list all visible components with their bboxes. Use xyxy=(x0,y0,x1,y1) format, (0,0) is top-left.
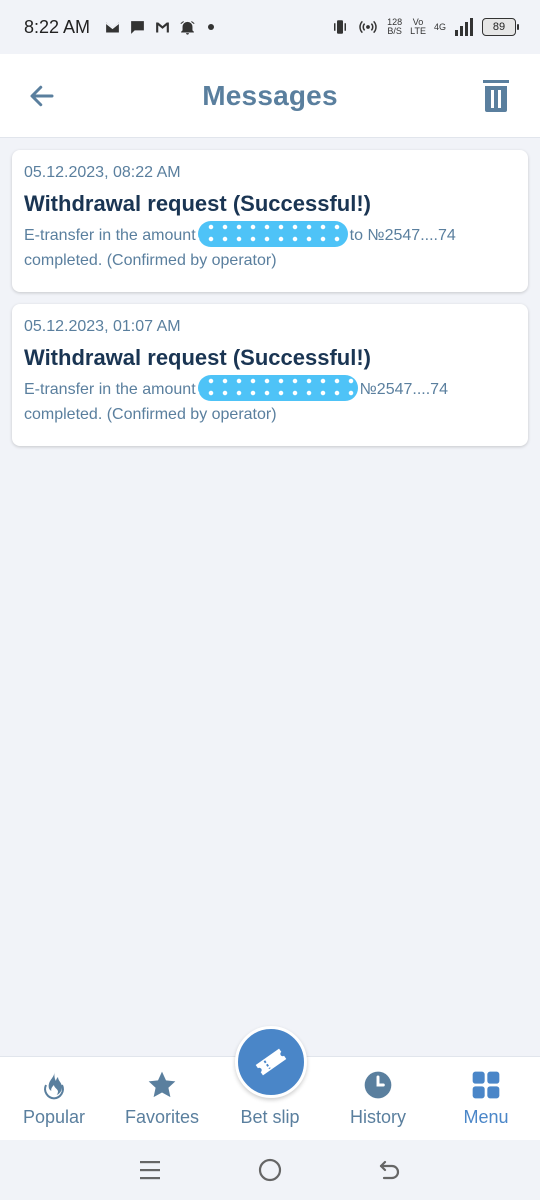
network-type-label: 4G xyxy=(433,21,446,32)
back-system-button[interactable] xyxy=(370,1150,410,1190)
battery-level: 89 xyxy=(492,21,506,33)
status-time: 8:22 AM xyxy=(24,16,91,37)
menu-lines-icon xyxy=(140,1161,160,1180)
message-body-line2: completed. (Confirmed by operator) xyxy=(24,406,277,423)
grid-icon xyxy=(472,1071,500,1099)
home-button[interactable] xyxy=(250,1150,290,1190)
gmail-icon xyxy=(156,22,169,32)
page-title: Messages xyxy=(202,79,338,111)
notification-icons xyxy=(104,19,215,36)
nav-history[interactable]: History xyxy=(324,1057,432,1140)
message-title: Withdrawal request (Successful!) xyxy=(24,191,371,216)
signal-icon xyxy=(455,18,473,36)
back-button[interactable] xyxy=(24,78,60,114)
message-date: 05.12.2023, 01:07 AM xyxy=(24,318,181,335)
nav-label: History xyxy=(349,1107,406,1127)
volte-indicator: Vo LTE xyxy=(410,18,426,36)
message-title: Withdrawal request (Successful!) xyxy=(24,345,371,370)
message-card[interactable]: 05.12.2023, 08:22 AM Withdrawal request … xyxy=(12,150,528,292)
redacted-amount xyxy=(197,221,348,248)
nav-menu[interactable]: Menu xyxy=(432,1057,540,1140)
network-speed: 128 B/S xyxy=(387,18,402,36)
nav-label: Popular xyxy=(22,1107,86,1127)
message-list: 05.12.2023, 08:22 AM Withdrawal request … xyxy=(12,150,528,446)
nav-label: Bet slip xyxy=(240,1107,300,1127)
message-body-line2: completed. (Confirmed by operator) xyxy=(24,252,277,269)
trash-icon xyxy=(483,80,509,112)
message-body: E-transfer in the amount to №2547....74 c… xyxy=(24,221,516,273)
nav-favorites[interactable]: Favorites xyxy=(108,1057,216,1140)
back-arrow-icon xyxy=(379,1160,400,1180)
more-notifications-dot xyxy=(208,24,215,30)
lte-label: LTE xyxy=(410,26,426,36)
network-type: 4G xyxy=(433,21,446,32)
network-speed-unit: B/S xyxy=(387,26,402,36)
status-bar: 8:22 AM 128 B/S Vo LTE 4G 89 xyxy=(0,0,540,54)
message-body-start: E-transfer in the amount xyxy=(24,381,196,398)
message-card[interactable]: 05.12.2023, 01:07 AM Withdrawal request … xyxy=(12,304,528,446)
ticket-icon xyxy=(255,1048,287,1076)
message-date: 05.12.2023, 08:22 AM xyxy=(24,164,181,181)
alarm-icon xyxy=(180,20,195,35)
message-body-start: E-transfer in the amount xyxy=(24,227,196,244)
flame-icon xyxy=(44,1071,64,1100)
screen: 8:22 AM 128 B/S Vo LTE 4G 89 Messages 05… xyxy=(0,0,540,1200)
vibrate-icon xyxy=(334,20,347,34)
message-body: E-transfer in the amount №2547....74 comp… xyxy=(24,375,516,427)
message-body-end: to №2547....74 xyxy=(349,227,456,244)
nav-label: Menu xyxy=(463,1107,509,1127)
bet-slip-button[interactable] xyxy=(235,1026,307,1098)
arrow-left-icon xyxy=(30,85,54,107)
message-body-end: №2547....74 xyxy=(359,381,448,398)
system-navigation xyxy=(0,1140,540,1200)
star-icon xyxy=(148,1071,176,1098)
clock-icon xyxy=(364,1071,392,1099)
nav-label: Favorites xyxy=(124,1107,200,1127)
chat-icon xyxy=(131,20,144,34)
hotspot-icon xyxy=(359,20,377,34)
delete-all-button[interactable] xyxy=(478,76,514,116)
nav-popular[interactable]: Popular xyxy=(0,1057,108,1140)
mail-icon xyxy=(105,22,120,32)
circle-icon xyxy=(258,1158,282,1182)
redacted-amount xyxy=(197,375,358,402)
recent-apps-button[interactable] xyxy=(130,1150,170,1190)
battery-icon: 89 xyxy=(482,18,519,36)
app-header: Messages xyxy=(0,54,540,138)
system-status-icons: 128 B/S Vo LTE 4G 89 xyxy=(331,18,519,36)
